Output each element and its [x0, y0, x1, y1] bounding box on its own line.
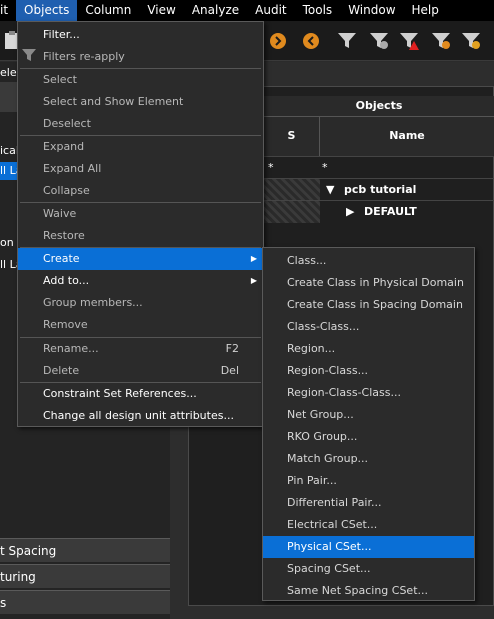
- menu-item-filters-reapply[interactable]: Filters re-apply: [18, 46, 263, 68]
- table-row[interactable]: ▼ pcb tutorial: [264, 178, 494, 201]
- menu-item-expand-all[interactable]: Expand All: [18, 158, 263, 180]
- column-header-s[interactable]: S: [264, 116, 320, 156]
- submenu-item-net-group[interactable]: Net Group...: [263, 404, 474, 426]
- submenu-item-physical-cset[interactable]: Physical CSet...: [263, 536, 474, 558]
- filter-cell-name[interactable]: *: [322, 157, 328, 179]
- filter-cell-s[interactable]: *: [268, 157, 274, 179]
- menu-item-delete[interactable]: Delete Del: [18, 360, 263, 382]
- submenu-arrow-icon: ▶: [250, 276, 257, 285]
- menu-column[interactable]: Column: [77, 0, 139, 21]
- shortcut-del: Del: [220, 364, 239, 377]
- menu-item-select[interactable]: Select: [18, 69, 263, 91]
- row-status-cell: [264, 201, 320, 223]
- menu-item-select-and-show[interactable]: Select and Show Element: [18, 91, 263, 113]
- submenu-item-differential-pair[interactable]: Differential Pair...: [263, 492, 474, 514]
- left-strip-selected[interactable]: ll La: [0, 162, 18, 180]
- prev-left-icon[interactable]: [300, 29, 322, 51]
- submenu-item-rko-group[interactable]: RKO Group...: [263, 426, 474, 448]
- submenu-item-region[interactable]: Region...: [263, 338, 474, 360]
- menu-item-deselect[interactable]: Deselect: [18, 113, 263, 135]
- menu-audit[interactable]: Audit: [247, 0, 294, 21]
- menu-bar: it Objects Column View Analyze Audit Too…: [0, 0, 494, 21]
- menu-objects[interactable]: Objects: [16, 0, 78, 21]
- row-expander[interactable]: ▼: [326, 179, 334, 201]
- left-strip-text: ll La: [0, 258, 18, 271]
- filter-warning-icon[interactable]: [398, 29, 420, 51]
- menu-item-add-to[interactable]: Add to... ▶: [18, 270, 263, 292]
- submenu-arrow-icon: ▶: [250, 254, 257, 263]
- submenu-item-class-spacing[interactable]: Create Class in Spacing Domain: [263, 294, 474, 316]
- create-submenu: Class... Create Class in Physical Domain…: [262, 247, 475, 601]
- submenu-item-electrical-cset[interactable]: Electrical CSet...: [263, 514, 474, 536]
- objects-menu: Filter... Filters re-apply Select Select…: [17, 21, 264, 427]
- menu-item-remove[interactable]: Remove: [18, 314, 263, 336]
- left-strip-text: on: [0, 236, 14, 249]
- column-header-name[interactable]: Name: [320, 116, 494, 156]
- menu-item-rename[interactable]: Rename... F2: [18, 338, 263, 360]
- submenu-item-class-class[interactable]: Class-Class...: [263, 316, 474, 338]
- tab-manufacturing[interactable]: turing: [0, 564, 170, 588]
- left-strip-text: ical: [0, 144, 18, 157]
- menu-item-collapse[interactable]: Collapse: [18, 180, 263, 202]
- left-strip-text: elect: [0, 66, 18, 79]
- submenu-item-class[interactable]: Class...: [263, 250, 474, 272]
- filter-orange-icon[interactable]: [430, 29, 452, 51]
- objects-header: Objects: [264, 96, 494, 116]
- menu-item-expand[interactable]: Expand: [18, 136, 263, 158]
- menu-item-change-design-unit-attrs[interactable]: Change all design unit attributes...: [18, 405, 263, 427]
- menu-item-rename-label: Rename...: [43, 342, 99, 355]
- tab-properties[interactable]: s: [0, 590, 170, 614]
- submenu-item-region-class[interactable]: Region-Class...: [263, 360, 474, 382]
- menu-window[interactable]: Window: [340, 0, 403, 21]
- submenu-item-same-net-spacing-cset[interactable]: Same Net Spacing CSet...: [263, 580, 474, 602]
- shortcut-f2: F2: [225, 342, 239, 355]
- submenu-item-region-class-class[interactable]: Region-Class-Class...: [263, 382, 474, 404]
- submenu-item-spacing-cset[interactable]: Spacing CSet...: [263, 558, 474, 580]
- submenu-item-class-physical[interactable]: Create Class in Physical Domain: [263, 272, 474, 294]
- filter-row: * *: [264, 156, 494, 178]
- row-name: pcb tutorial: [344, 183, 417, 196]
- menu-analyze[interactable]: Analyze: [184, 0, 247, 21]
- filter-icon[interactable]: [336, 29, 358, 51]
- submenu-item-match-group[interactable]: Match Group...: [263, 448, 474, 470]
- menu-item-filter[interactable]: Filter...: [18, 24, 263, 46]
- filter-check-icon[interactable]: [368, 29, 390, 51]
- menu-item-group-members[interactable]: Group members...: [18, 292, 263, 314]
- row-status-cell: [264, 179, 320, 201]
- menu-item-add-to-label: Add to...: [43, 274, 90, 287]
- next-right-icon[interactable]: [266, 29, 288, 51]
- menu-item-create[interactable]: Create ▶: [18, 248, 263, 270]
- menu-item-delete-label: Delete: [43, 364, 80, 377]
- menu-item-waive[interactable]: Waive: [18, 203, 263, 225]
- menu-item-create-label: Create: [43, 252, 80, 265]
- menu-edit[interactable]: it: [0, 0, 16, 21]
- left-strip-block: [0, 82, 18, 112]
- menu-item-constraint-set-refs[interactable]: Constraint Set References...: [18, 383, 263, 405]
- menu-help[interactable]: Help: [404, 0, 447, 21]
- menu-item-restore[interactable]: Restore: [18, 225, 263, 247]
- row-name: DEFAULT: [364, 205, 417, 218]
- menu-tools[interactable]: Tools: [295, 0, 341, 21]
- menu-view[interactable]: View: [139, 0, 183, 21]
- row-expander[interactable]: ▶: [346, 201, 354, 223]
- filter-gear-icon[interactable]: [460, 29, 482, 51]
- table-row[interactable]: ▶ DEFAULT: [264, 200, 494, 223]
- tab-spacing[interactable]: t Spacing: [0, 538, 170, 562]
- submenu-item-pin-pair[interactable]: Pin Pair...: [263, 470, 474, 492]
